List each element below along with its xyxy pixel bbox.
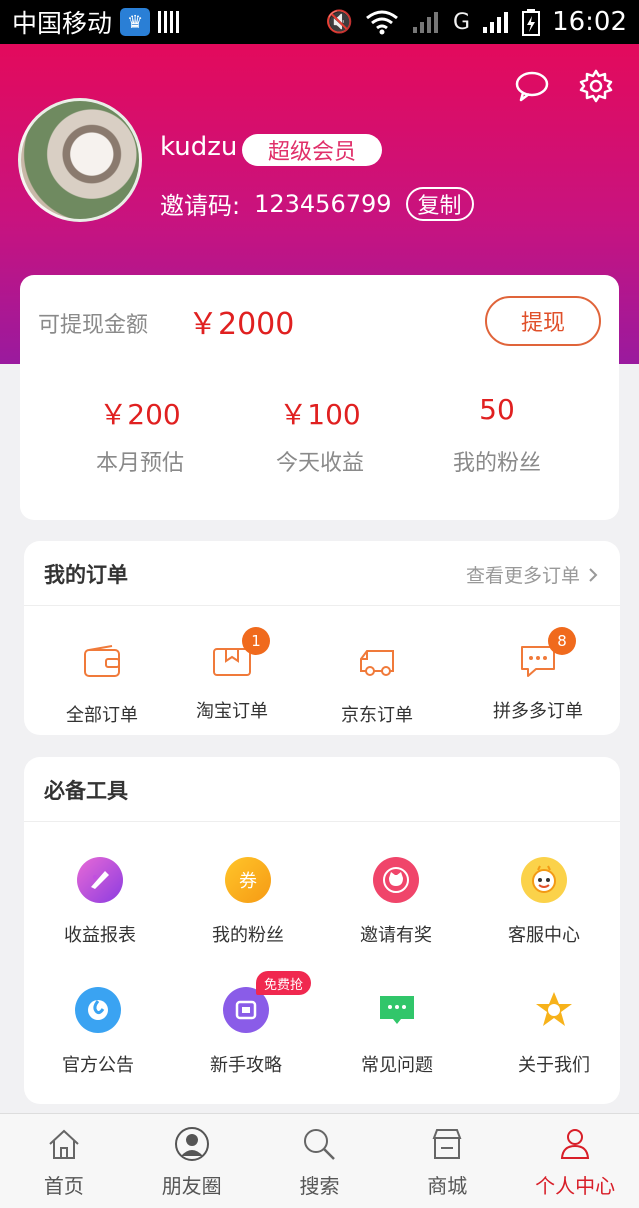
bottom-nav: 首页 朋友圈 搜索 商城 个人中心 (0, 1113, 639, 1208)
nav-label: 商城 (427, 1174, 468, 1198)
order-label: 淘宝订单 (196, 701, 268, 722)
tool-beginner-guide[interactable]: 免费抢 新手攻略 (176, 971, 316, 1077)
notice-icon (75, 987, 121, 1033)
order-all[interactable]: 全部订单 (32, 641, 172, 727)
cat-face-icon (373, 857, 419, 903)
free-grab-tag: 免费抢 (256, 971, 312, 995)
stat-value: ￥200 (99, 398, 181, 431)
person-icon (560, 1129, 590, 1159)
barcode-icon (158, 11, 181, 33)
tools-card: 必备工具 收益报表 券 我的粉丝 邀请有奖 客服中心 官方公告 免费抢 新手攻略… (24, 757, 620, 1104)
nav-label: 个人中心 (535, 1174, 616, 1198)
palette-icon (77, 857, 123, 903)
coupon-icon: 券 (225, 857, 271, 903)
orders-card: 我的订单 查看更多订单 全部订单 1 淘宝订单 京东订单 8 拼多多订单 (24, 541, 620, 735)
signal-weak-icon (413, 12, 438, 33)
crown-icon: ♛ (120, 8, 151, 36)
stat-today-income[interactable]: ￥100 今天收益 (230, 393, 410, 477)
status-bar: 中国移动 ♛ 🔇 G 16:02 (0, 0, 639, 44)
stat-label: 本月预估 (95, 451, 184, 476)
order-label: 全部订单 (66, 705, 138, 726)
order-label: 京东订单 (341, 705, 413, 726)
earnings-card: 可提现金额 ￥2000 提现 ￥200 本月预估 ￥100 今天收益 50 我的… (20, 275, 619, 520)
network-type-label: G (453, 9, 471, 35)
chevron-right-icon (589, 567, 598, 582)
stat-month-estimate[interactable]: ￥200 本月预估 (50, 393, 230, 477)
tool-label: 关于我们 (518, 1055, 590, 1076)
tool-earnings-report[interactable]: 收益报表 (30, 857, 170, 947)
message-icon[interactable] (514, 68, 550, 104)
username: kudzu (160, 132, 238, 162)
copy-button[interactable]: 复制 (405, 186, 474, 221)
nav-label: 朋友圈 (161, 1174, 222, 1198)
tool-label: 新手攻略 (210, 1055, 282, 1076)
nav-label: 搜索 (299, 1174, 340, 1198)
invite-code: 123456799 (254, 189, 392, 218)
order-pinduoduo[interactable]: 8 拼多多订单 (468, 627, 608, 723)
tool-customer-service[interactable]: 客服中心 (474, 857, 614, 947)
order-taobao[interactable]: 1 淘宝订单 (162, 627, 302, 723)
stat-my-fans[interactable]: 50 我的粉丝 (407, 393, 587, 477)
tool-invite-reward[interactable]: 邀请有奖 (326, 857, 466, 947)
stat-label: 我的粉丝 (452, 451, 541, 476)
search-icon (304, 1129, 336, 1160)
nav-label: 首页 (43, 1174, 84, 1198)
stat-label: 今天收益 (275, 451, 364, 476)
vip-badge: 超级会员 (242, 134, 382, 166)
carrier-label: 中国移动 (12, 9, 113, 38)
tool-label: 官方公告 (62, 1055, 134, 1076)
withdrawable-amount: ￥2000 (188, 307, 295, 342)
orders-title: 我的订单 (44, 563, 128, 587)
store-icon (432, 1129, 462, 1159)
divider (24, 821, 620, 822)
tool-label: 我的粉丝 (212, 925, 284, 946)
nav-moments[interactable]: 朋友圈 (128, 1114, 256, 1208)
nav-home[interactable]: 首页 (0, 1114, 128, 1208)
mute-icon: 🔇 (325, 9, 353, 35)
clock: 16:02 (552, 7, 627, 37)
faq-chat-icon (374, 987, 420, 1033)
withdrawable-label: 可提现金额 (38, 313, 149, 338)
wifi-icon (366, 10, 398, 35)
more-orders-label: 查看更多订单 (465, 565, 580, 587)
withdraw-button[interactable]: 提现 (485, 296, 601, 346)
tool-my-fans[interactable]: 券 我的粉丝 (178, 857, 318, 947)
avatar-circle-icon (174, 1127, 209, 1161)
badge: 8 (548, 627, 576, 655)
tools-title: 必备工具 (44, 779, 128, 803)
tool-label: 客服中心 (508, 925, 580, 946)
stat-value: 50 (479, 393, 515, 426)
nav-personal-center[interactable]: 个人中心 (511, 1114, 639, 1208)
home-icon (49, 1129, 79, 1159)
nav-store[interactable]: 商城 (383, 1114, 511, 1208)
invite-code-row: 邀请码: 123456799 复制 (160, 186, 474, 221)
tool-about-us[interactable]: 关于我们 (484, 987, 624, 1077)
settings-icon[interactable] (578, 68, 614, 104)
order-jd[interactable]: 京东订单 (307, 641, 447, 727)
nav-search[interactable]: 搜索 (256, 1114, 384, 1208)
wallet-icon (84, 645, 120, 677)
tool-announcement[interactable]: 官方公告 (28, 987, 168, 1077)
invite-label: 邀请码: (160, 192, 241, 220)
more-orders-link[interactable]: 查看更多订单 (466, 561, 598, 588)
tool-label: 常见问题 (361, 1055, 433, 1076)
tool-label: 邀请有奖 (360, 925, 432, 946)
stat-value: ￥100 (279, 398, 361, 431)
signal-icon (483, 12, 509, 33)
divider (24, 605, 620, 606)
tool-faq[interactable]: 常见问题 (327, 987, 467, 1077)
truck-icon (360, 650, 394, 676)
star-burst-icon (531, 987, 577, 1033)
battery-icon (522, 9, 541, 36)
order-label: 拼多多订单 (493, 701, 583, 722)
avatar[interactable] (18, 98, 142, 222)
badge: 1 (242, 627, 270, 655)
tool-label: 收益报表 (64, 925, 136, 946)
bee-icon (521, 857, 567, 903)
